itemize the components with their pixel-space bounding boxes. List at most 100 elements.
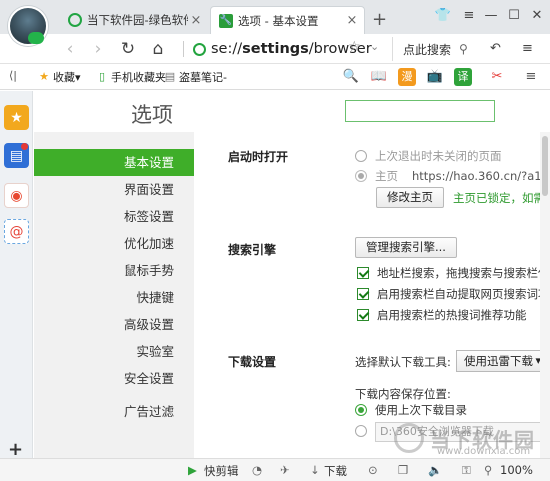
pin-icon[interactable]: ✈ [280, 463, 290, 477]
forward-button[interactable]: › [88, 39, 108, 59]
undo-icon[interactable]: ↶ [490, 41, 501, 56]
nav-optimize[interactable]: 优化加速 [34, 230, 174, 257]
history-icon[interactable]: ⊙ [368, 463, 378, 477]
radio-button[interactable] [355, 425, 367, 437]
nav-labs[interactable]: 实验室 [34, 338, 174, 365]
bookmark-favorites[interactable]: ★ 收藏 ▾ [38, 69, 80, 85]
search-option-autoextract[interactable]: 启用搜索栏自动提取网页搜索词功 [357, 286, 540, 302]
tab-title: 选项 - 基本设置 [238, 13, 319, 28]
tab-favicon-icon [68, 13, 82, 27]
nav-shortcuts[interactable]: 快捷键 [34, 284, 174, 311]
download-icon[interactable]: ↓ [310, 463, 320, 477]
nav-ui-settings[interactable]: 界面设置 [34, 176, 174, 203]
status-bar: ▶ 快剪辑 ◔ ✈ ↓ 下载 ⊙ ❐ 🔈 ⚿ ⚲ 100% [0, 458, 550, 481]
settings-content: 启动时打开 上次退出时未关闭的页面 主页 https://hao.360.cn/?… [194, 132, 540, 458]
search-icon[interactable]: ⚲ [459, 42, 468, 56]
nav-advanced[interactable]: 高级设置 [34, 311, 174, 338]
checkbox[interactable] [357, 288, 369, 300]
download-path-label: 下载内容保存位置: [355, 387, 451, 401]
radio-button[interactable] [355, 404, 367, 416]
notification-dot [21, 143, 28, 150]
add-app-button[interactable]: + [8, 439, 23, 460]
settings-nav: 基本设置 界面设置 标签设置 优化加速 鼠标手势 快捷键 高级设置 实验室 安全… [34, 132, 194, 458]
manage-search-engines-button[interactable]: 管理搜索引擎... [355, 237, 457, 258]
shield-icon [193, 42, 206, 56]
tab-downxia[interactable]: 当下软件园-绿色软件_最 × [60, 6, 208, 34]
tab-close-icon[interactable]: × [344, 13, 360, 28]
close-window-button[interactable]: ✕ [526, 8, 548, 23]
new-tab-button[interactable]: + [372, 9, 387, 30]
download-tool-select[interactable]: 使用迅雷下载 [456, 350, 540, 372]
more-icon[interactable]: ≡ [522, 68, 540, 86]
download-label[interactable]: 下载 [324, 463, 347, 479]
manhua-icon[interactable]: 漫 [398, 68, 416, 86]
favorites-app-icon[interactable]: ★ [4, 105, 29, 130]
startup-option-last-session[interactable]: 上次退出时未关闭的页面 [355, 148, 502, 164]
checkbox[interactable] [357, 267, 369, 279]
nav-ad-filter[interactable]: 广告过滤 [34, 398, 174, 425]
screenshot-icon[interactable]: ✂ [488, 68, 506, 86]
quick-clip-label[interactable]: 快剪辑 [204, 463, 239, 479]
download-option-last-dir[interactable]: 使用上次下载目录 [355, 402, 467, 418]
weibo-app-icon[interactable]: ◉ [4, 183, 29, 208]
nav-mouse-gestures[interactable]: 鼠标手势 [34, 257, 174, 284]
home-locked-text: 主页已锁定，如需 [453, 191, 540, 205]
nav-tab-settings[interactable]: 标签设置 [34, 203, 174, 230]
skin-icon[interactable]: 👕 [432, 8, 454, 23]
radio-button[interactable] [355, 150, 367, 162]
menu-icon[interactable]: ≡ [522, 41, 533, 56]
mail-app-icon[interactable]: @ [4, 219, 29, 244]
lock-icon[interactable]: ⚿ [462, 463, 471, 478]
bookmark-daomubiji[interactable]: ▤ 盗墓笔记- [164, 69, 227, 85]
nav-basic-settings[interactable]: 基本设置 [34, 149, 194, 176]
page-icon: ▤ [164, 70, 176, 83]
navigation-bar: ‹ › ↻ ⌂ se://settings/browser ☆ ⌄ 点此搜索 ⚲… [0, 34, 550, 64]
title-bar: 当下软件园-绿色软件_最 × 🔧 选项 - 基本设置 × + 👕 ≡ — ☐ ✕ [0, 0, 550, 34]
tab-close-icon[interactable]: × [188, 13, 204, 28]
chevron-down-icon[interactable]: ⌄ [370, 40, 379, 53]
watermark-url: www.downxia.com [437, 446, 531, 457]
reader-icon[interactable]: 📖 [370, 68, 388, 86]
maximize-button[interactable]: ☐ [503, 8, 525, 23]
home-button[interactable]: ⌂ [148, 39, 168, 59]
tab-settings[interactable]: 🔧 选项 - 基本设置 × [210, 6, 365, 34]
menu-icon[interactable]: ≡ [458, 8, 480, 23]
download-section-title: 下载设置 [228, 355, 277, 369]
phone-icon: ▯ [98, 70, 106, 83]
page-title: 选项 [131, 103, 173, 127]
scrollbar-thumb[interactable] [542, 136, 548, 196]
avatar-badge [28, 32, 44, 44]
search-option-hotwords[interactable]: 启用搜索栏的热搜词推荐功能 [357, 307, 527, 323]
scrollbar[interactable] [540, 132, 550, 458]
wrench-icon: 🔧 [219, 13, 233, 28]
checkbox[interactable] [357, 309, 369, 321]
settings-search-input[interactable] [345, 100, 495, 122]
minimize-button[interactable]: — [480, 8, 502, 23]
back-button[interactable]: ‹ [60, 39, 80, 59]
zoom-icon[interactable]: ⚲ [484, 463, 492, 477]
bookmark-star-icon[interactable]: ☆ [348, 39, 361, 55]
search-option-addressbar[interactable]: 地址栏搜索，拖拽搜索与搜索栏保 [357, 265, 540, 281]
download-tool-label: 选择默认下载工具: [355, 355, 451, 369]
quick-clip-icon[interactable]: ▶ [188, 463, 197, 477]
radio-button[interactable] [355, 170, 367, 182]
app-sidebar: ★ ▤ ◉ @ + [0, 91, 33, 460]
edit-home-button[interactable]: 修改主页 [376, 187, 444, 208]
reload-button[interactable]: ↻ [118, 39, 138, 59]
startup-section-title: 启动时打开 [228, 150, 289, 164]
tv-icon[interactable]: 📺 [426, 68, 444, 86]
sidebar-toggle-icon[interactable]: ⟨| [9, 69, 17, 82]
zoom-level[interactable]: 100% [500, 463, 533, 477]
speed-icon[interactable]: ◔ [252, 463, 262, 477]
sound-icon[interactable]: 🔈 [428, 463, 442, 477]
bookmark-mobile-favorites[interactable]: ▯ 手机收藏夹 [96, 69, 166, 85]
bookmarks-bar: ⟨| ★ 收藏 ▾ ▯ 手机收藏夹 ▤ 盗墓笔记- 🔍 📖 漫 📺 译 ✂ ≡ [0, 64, 550, 90]
home-url: https://hao.360.cn/?a1004 [412, 169, 540, 183]
copy-icon[interactable]: ❐ [398, 463, 408, 477]
search-tool-icon[interactable]: 🔍 [342, 68, 360, 86]
search-box[interactable]: 点此搜索 ⚲ [392, 37, 472, 61]
translate-icon[interactable]: 译 [454, 68, 472, 86]
download-option-custom-dir[interactable] [355, 425, 375, 437]
nav-security[interactable]: 安全设置 [34, 365, 174, 392]
startup-option-home[interactable]: 主页https://hao.360.cn/?a1004 [355, 168, 540, 184]
